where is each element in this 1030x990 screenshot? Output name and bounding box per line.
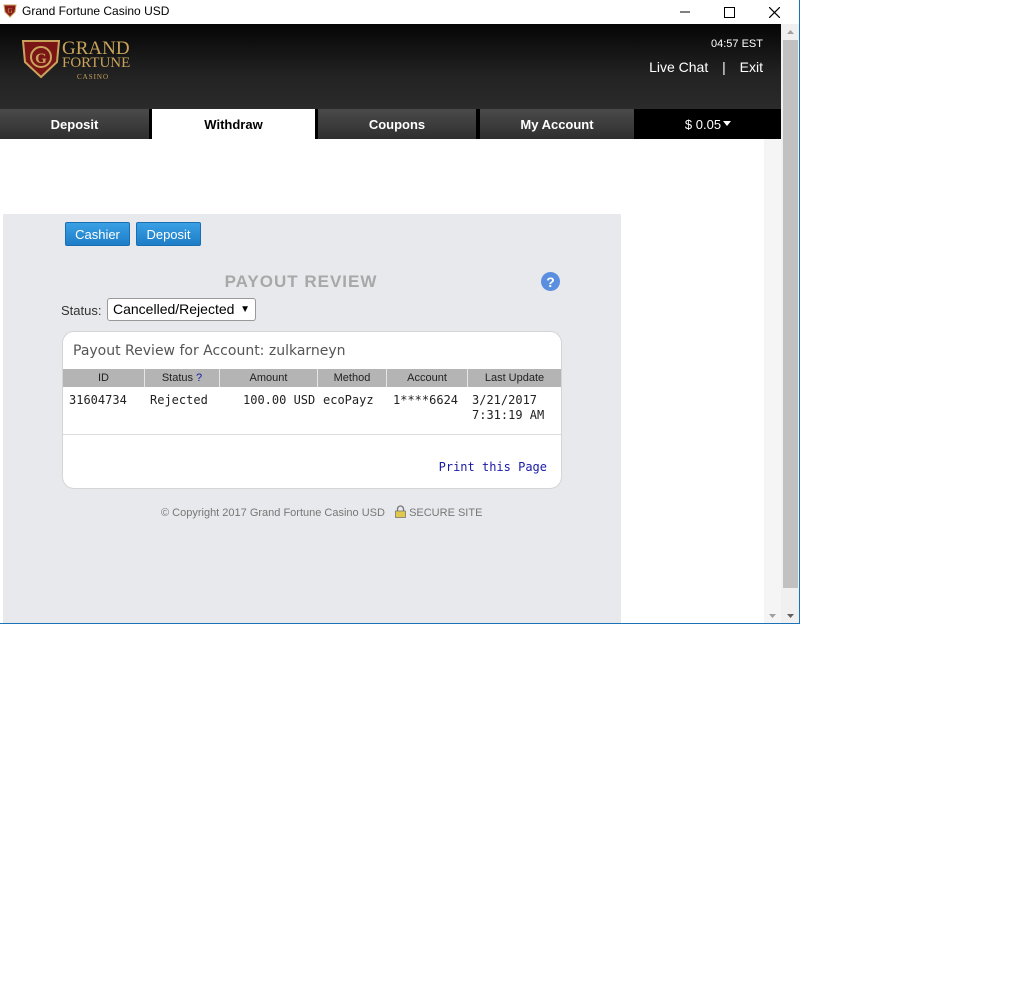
caret-down-icon: [723, 121, 732, 126]
link-separator: |: [722, 59, 726, 75]
live-chat-link[interactable]: Live Chat: [649, 59, 708, 75]
col-id: ID: [63, 369, 145, 387]
table-divider: [63, 434, 561, 435]
cell-account: 1****6624: [393, 393, 459, 407]
app-window: G Grand Fortune Casino USD G GRAND FORTU…: [0, 0, 800, 624]
tab-my-account[interactable]: My Account: [480, 109, 634, 139]
help-icon[interactable]: ?: [541, 272, 560, 291]
tab-deposit[interactable]: Deposit: [0, 109, 149, 139]
tab-coupons[interactable]: Coupons: [318, 109, 476, 139]
casino-app-icon: G: [3, 4, 17, 18]
casino-logo-text: GRAND FORTUNE CASINO: [62, 38, 131, 84]
cell-last-update: 3/21/2017 7:31:19 AM: [472, 393, 544, 423]
logo-line-casino: CASINO: [76, 73, 110, 81]
balance-dropdown[interactable]: $ 0.05: [636, 109, 781, 139]
window-scrollbar[interactable]: [781, 24, 800, 623]
minimize-icon: [680, 11, 690, 13]
main-tabs: Deposit Withdraw Coupons My Account $ 0.…: [0, 109, 781, 139]
tab-withdraw[interactable]: Withdraw: [152, 109, 315, 139]
window-title: Grand Fortune Casino USD: [22, 4, 170, 18]
copyright-text: © Copyright 2017 Grand Fortune Casino US…: [161, 507, 385, 519]
status-select-value: Cancelled/Rejected: [113, 301, 235, 317]
deposit-button[interactable]: Deposit: [136, 222, 201, 246]
status-select[interactable]: Cancelled/Rejected ▼: [107, 298, 256, 321]
exit-link[interactable]: Exit: [740, 59, 763, 75]
cell-method: ecoPayz: [323, 393, 374, 407]
casino-shield-logo: G: [21, 40, 61, 79]
payout-review-card: Payout Review for Account: zulkarneyn ID…: [62, 331, 562, 489]
col-status: Status ?: [145, 369, 220, 387]
svg-text:G: G: [7, 7, 12, 15]
server-time: 04:57 EST: [711, 38, 763, 50]
cell-date: 3/21/2017: [472, 393, 538, 407]
top-links: Live Chat | Exit: [643, 59, 763, 75]
inner-scrollbar[interactable]: [764, 139, 781, 623]
col-method: Method: [318, 369, 387, 387]
page-title: PAYOUT REVIEW: [224, 272, 378, 291]
status-help-link[interactable]: ?: [196, 372, 202, 384]
scroll-down-arrow-icon[interactable]: [781, 610, 800, 622]
cell-id: 31604734: [69, 393, 127, 407]
balance-amount: $ 0.05: [684, 116, 722, 132]
payout-review-panel: Cashier Deposit PAYOUT REVIEW ? Status: …: [3, 214, 621, 623]
title-bar: G Grand Fortune Casino USD: [0, 0, 799, 24]
lock-icon: [395, 505, 406, 518]
print-page-link[interactable]: Print this Page: [439, 460, 547, 474]
close-button[interactable]: [751, 0, 797, 24]
dropdown-arrow-icon: ▼: [240, 304, 250, 315]
card-title: Payout Review for Account: zulkarneyn: [73, 343, 346, 359]
logo-line-fortune: FORTUNE: [62, 55, 131, 71]
cell-status: Rejected: [150, 393, 208, 407]
maximize-button[interactable]: [706, 0, 752, 24]
scroll-down-arrow-icon[interactable]: [764, 610, 781, 622]
cell-time: 7:31:19 AM: [472, 408, 545, 422]
col-last-update: Last Update: [484, 372, 545, 384]
cell-amount: 100.00 USD: [243, 393, 316, 407]
col-amount: Amount: [220, 369, 318, 387]
logo-line-grand: GRAND: [62, 38, 130, 59]
page-footer: © Copyright 2017 Grand Fortune Casino US…: [161, 505, 482, 519]
cashier-button[interactable]: Cashier: [65, 222, 130, 246]
minimize-button[interactable]: [662, 0, 708, 24]
table-header: ID Status ? Amount Method Account Last U…: [63, 369, 561, 387]
secure-site-label: SECURE SITE: [409, 507, 483, 519]
close-icon: [768, 6, 780, 18]
svg-text:G: G: [35, 51, 47, 67]
col-status-label: Status: [161, 372, 194, 384]
casino-header: G GRAND FORTUNE CASINO 04:57 EST Live Ch…: [0, 24, 781, 109]
scrollbar-thumb[interactable]: [783, 40, 798, 588]
status-label: Status:: [61, 303, 102, 318]
maximize-icon: [723, 6, 735, 18]
col-account: Account: [387, 369, 468, 387]
scroll-up-arrow-icon[interactable]: [781, 26, 800, 38]
